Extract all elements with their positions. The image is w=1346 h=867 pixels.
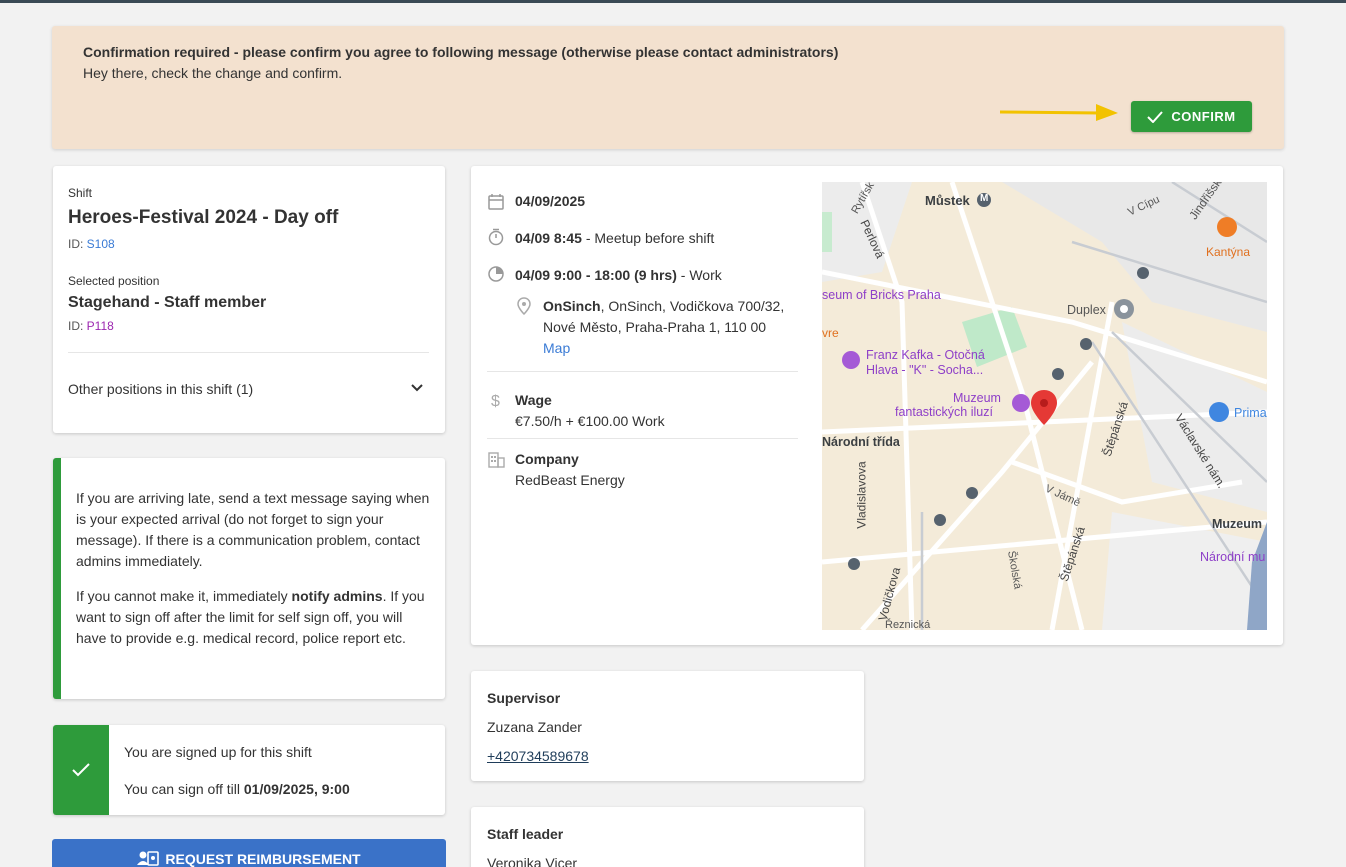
late-arrival-info-card: If you are arriving late, send a text me… [53, 458, 445, 699]
map-label: Duplex [1067, 303, 1106, 317]
company-value: RedBeast Energy [515, 472, 625, 488]
shift-card: Shift Heroes-Festival 2024 - Day off ID:… [53, 166, 445, 433]
stopwatch-icon [488, 228, 504, 246]
signoff-deadline: You can sign off till 01/09/2025, 9:00 [124, 781, 350, 797]
building-icon [488, 452, 505, 468]
position-id-link[interactable]: P118 [87, 319, 114, 333]
reimbursement-label: REQUEST REIMBURSEMENT [165, 851, 361, 867]
map-label: fantastických iluzí [895, 405, 993, 419]
map-label: Národní třída [822, 435, 900, 449]
divider [487, 438, 798, 439]
dollar-icon: $ [491, 393, 500, 410]
check-icon [1147, 110, 1164, 123]
map-label: seum of Bricks Praha [822, 288, 941, 302]
info-paragraph-1: If you are arriving late, send a text me… [76, 490, 430, 569]
map-label: Národní mu [1200, 550, 1266, 564]
other-positions-toggle[interactable]: Other positions in this shift (1) [68, 381, 253, 397]
map-label: Hlava - "K" - Socha... [866, 363, 984, 377]
staff-leader-name: Veronika Vicer [487, 855, 578, 867]
shift-label: Shift [68, 186, 93, 200]
location-pin-icon [517, 297, 531, 315]
yellow-arrow-icon [1000, 104, 1118, 121]
map-label: Kantýna [1206, 245, 1251, 259]
map-label: Muzeum [1212, 517, 1262, 531]
confirm-button[interactable]: CONFIRM [1131, 101, 1252, 132]
map-label: Franz Kafka - Otočná [866, 348, 985, 362]
meetup-time: 04/09 8:45 - Meetup before shift [515, 230, 715, 246]
shift-title: Heroes-Festival 2024 - Day off [68, 207, 339, 228]
divider [487, 371, 798, 372]
banner-message: Hey there, check the change and confirm. [83, 65, 343, 81]
wage-value: €7.50/h + €100.00 Work [515, 413, 665, 429]
map-label: Můstek [925, 193, 970, 208]
supervisor-label: Supervisor [487, 690, 561, 706]
confirmation-banner: Confirmation required - please confirm y… [52, 26, 1284, 149]
supervisor-phone-link[interactable]: +420734589678 [487, 748, 589, 764]
map-label: Řeznická [885, 619, 931, 630]
location-address: OnSinch, OnSinch, Vodičkova 700/32, Nové … [543, 298, 785, 356]
company-label: Company [515, 451, 579, 467]
location-map[interactable]: Můstek M Rytířsk Perlová V Cípu Jindřišs… [822, 182, 1267, 630]
staff-leader-label: Staff leader [487, 826, 564, 842]
banner-title: Confirmation required - please confirm y… [83, 44, 839, 60]
reimbursement-icon [137, 851, 160, 866]
signup-status-badge [53, 725, 109, 815]
info-paragraph-2: If you cannot make it, immediately notif… [76, 588, 425, 646]
map-label: M [980, 193, 989, 204]
request-reimbursement-button[interactable]: REQUEST REIMBURSEMENT [52, 839, 446, 867]
signup-status-card: You are signed up for this shift You can… [53, 725, 445, 815]
work-time: 04/09 9:00 - 18:00 (9 hrs) - Work [515, 267, 722, 283]
divider [68, 352, 429, 353]
map-link[interactable]: Map [543, 340, 570, 356]
clock-icon [488, 266, 504, 282]
calendar-icon [488, 194, 504, 210]
position-label: Selected position [68, 274, 160, 288]
check-icon [72, 763, 90, 777]
wage-label: Wage [515, 392, 552, 408]
map-label: Prima [1234, 406, 1267, 420]
position-id: ID: P118 [68, 319, 114, 333]
position-title: Stagehand - Staff member [68, 294, 267, 311]
shift-id: ID: S108 [68, 237, 115, 251]
shift-date: 04/09/2025 [515, 193, 586, 209]
staff-leader-card: Staff leader Veronika Vicer [471, 807, 864, 867]
shift-id-link[interactable]: S108 [87, 237, 115, 251]
confirm-label: CONFIRM [1171, 109, 1236, 124]
chevron-down-icon[interactable] [409, 380, 425, 396]
map-label: Muzeum [953, 391, 1001, 405]
supervisor-name: Zuzana Zander [487, 719, 582, 735]
supervisor-card: Supervisor Zuzana Zander +420734589678 [471, 671, 864, 781]
top-bar [0, 0, 1346, 3]
map-label: Vladislavova [854, 461, 869, 529]
shift-details-card: 04/09/2025 04/09 8:45 - Meetup before sh… [471, 166, 1283, 645]
map-label: vre [822, 326, 839, 340]
signup-status-text: You are signed up for this shift [124, 744, 312, 760]
